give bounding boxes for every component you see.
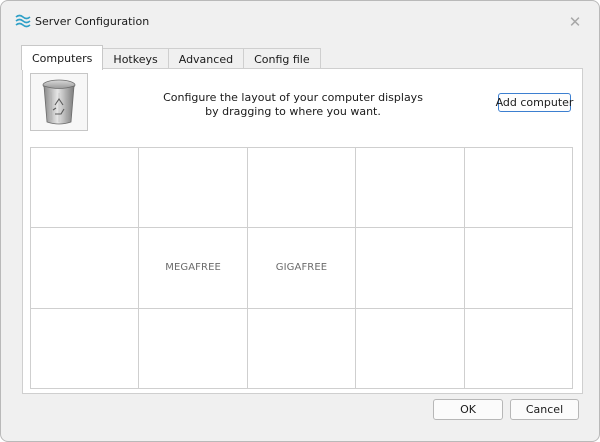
computer-tile-megafree[interactable]: MEGAFREE [139,228,248,309]
server-configuration-window: Server Configuration ✕ Computers Hotkeys… [0,0,600,442]
recycle-bin-icon [42,79,76,125]
grid-cell[interactable] [464,308,573,389]
tab-hotkeys[interactable]: Hotkeys [102,48,169,69]
grid-cell[interactable] [31,228,140,309]
grid-cell[interactable] [31,308,140,389]
layout-instructions: Configure the layout of your computer di… [163,91,423,118]
tab-strip: Computers Hotkeys Advanced Config file [21,45,321,70]
tab-computers[interactable]: Computers [21,45,104,70]
grid-cell[interactable] [464,228,573,309]
grid-cell[interactable] [356,308,465,389]
tab-config-file[interactable]: Config file [243,48,321,69]
trash-drop-target[interactable] [30,73,88,131]
computer-tile-gigafree[interactable]: GIGAFREE [247,228,357,309]
grid-cell[interactable] [356,148,465,229]
computer-layout-grid: MEGAFREE GIGAFREE [30,147,573,389]
window-title: Server Configuration [35,15,150,28]
cancel-button[interactable]: Cancel [510,399,579,420]
grid-cell[interactable] [139,148,248,229]
tab-advanced[interactable]: Advanced [167,48,245,69]
title-bar[interactable]: Server Configuration ✕ [1,1,599,41]
ok-button[interactable]: OK [433,399,503,420]
grid-cell[interactable] [31,148,140,229]
grid-cell[interactable] [464,148,573,229]
close-icon: ✕ [568,13,582,31]
grid-cell[interactable] [247,308,357,389]
wave-lines-icon [15,14,31,28]
close-button[interactable]: ✕ [561,11,589,33]
add-computer-button[interactable]: Add computer [496,93,573,112]
computers-panel: Configure the layout of your computer di… [22,68,583,394]
grid-cell[interactable] [356,228,465,309]
grid-cell[interactable] [139,308,248,389]
grid-cell[interactable] [247,148,357,229]
